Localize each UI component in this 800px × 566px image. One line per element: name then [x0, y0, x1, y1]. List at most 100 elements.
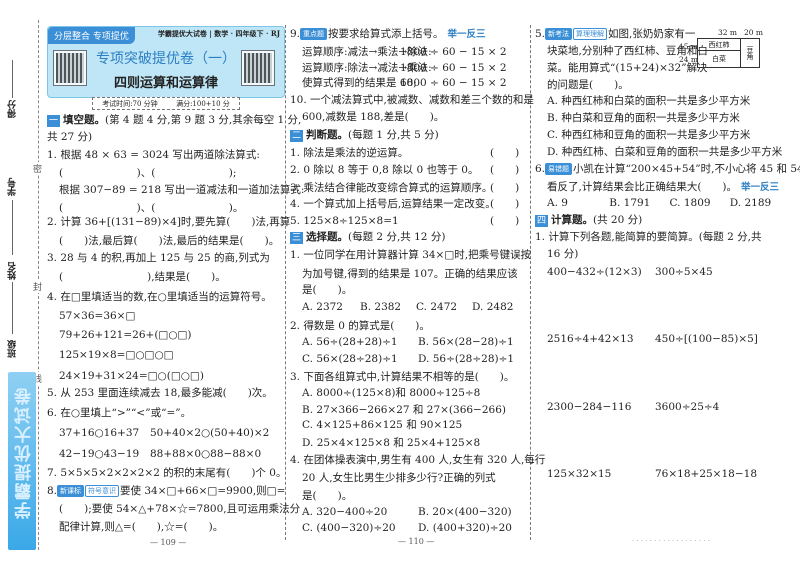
banner-tag: 分层整合 专项提优 [48, 27, 135, 44]
student-id-field[interactable] [12, 200, 13, 255]
question-text: 3. 乘法结合律能改变综合算式的运算顺序。 [290, 182, 493, 194]
section-title: 填空题。 [63, 114, 105, 126]
section-heading: 四计算题。(共 20 分) [535, 213, 642, 227]
bean-plot: 豆角 [740, 38, 760, 68]
question-text: C. 4×125+86×125 和 90×125 [302, 419, 463, 431]
question-text: A. 9 [547, 197, 568, 209]
question-line: 5. 125×8÷125×8=1 [290, 214, 399, 228]
question-line: B. 27×366−266×27 和 27×(366−266) [290, 403, 506, 417]
question-line: 2300−284−116 [535, 400, 631, 414]
answer-option[interactable]: B. 1791 [609, 196, 650, 210]
question-tag-badge: 新课标 [57, 485, 85, 497]
question-line: C. (400−320)÷20 [290, 521, 396, 535]
question-text: A. 种西红柿和白菜的面积一共是多少平方米 [547, 95, 751, 107]
answer-blank[interactable]: ( ) [490, 146, 519, 160]
question-line: 24×19+31×24=□○(□○□) [47, 369, 204, 383]
question-line: 使算式得到的结果是 60; [290, 76, 417, 90]
question-text: (每题 1 分,共 5 分) [348, 129, 439, 141]
question-line: B. 种白菜和豆角的面积一共是多少平方米 [535, 111, 740, 125]
footer-faint-text: · · · · · · · · · · · · · · · · · · [632, 537, 710, 545]
question-tag-badge: 符号意识 [85, 485, 120, 497]
question-text: A. 56÷(28+28)÷1 [302, 336, 398, 348]
question-text: D. 25×4×125×8 和 25×4+125×8 [302, 437, 481, 449]
seal-char: 封 [33, 280, 43, 293]
section-number: 四 [535, 215, 548, 227]
answer-option[interactable]: D. 2189 [730, 196, 771, 210]
answer-option[interactable]: B. 2382 [360, 300, 401, 314]
question-line: 400−432÷(12×3) [535, 265, 642, 279]
question-line: 6. 在○里填上“>”“<”或“=”。 [47, 406, 191, 420]
question-line: A. 8000÷(125×8)和 8000÷125÷8 [290, 386, 480, 400]
question-line: 5. 新考法 算理理解 如图,张奶奶家有一 [535, 27, 695, 41]
answer-blank[interactable]: ( ) [490, 163, 519, 177]
practice-more-link[interactable]: 举一反三 [741, 182, 779, 193]
dim-label: 20 m [744, 28, 764, 37]
question-number: 8. [47, 485, 58, 497]
question-line: C. 4×125+86×125 和 90×125 [290, 418, 462, 432]
section-heading: 一填空题。(第 4 题 4 分,第 9 题 3 分,其余每空 1 分, [47, 113, 301, 127]
question-line: ( ),结果是( )。 [47, 270, 226, 284]
question-text: 10. 一个减法算式中,被减数、减数和差三个数的和是 [290, 94, 534, 106]
title-banner: 分层整合 专项提优 学霸提优大试卷 | 数学 · 四年级下 · RJ 专项突破提… [47, 26, 285, 98]
answer-blank[interactable]: ( ) [490, 197, 519, 211]
question-line: 2. 得数是 0 的算式是( )。 [290, 319, 430, 333]
question-line: 1. 一位同学在用计算器计算 34×□时,把乘号键误按 [290, 248, 531, 262]
expression: 88+88×0○88−88×0 [150, 448, 262, 460]
question-line: 1. 根据 48 × 63 = 3024 写出两道除法算式: [47, 148, 260, 162]
question-number: 6. [535, 163, 546, 175]
question-line: 共 27 分) [47, 130, 92, 144]
question-text: 42−19○43−19 [59, 448, 140, 460]
question-line: A. 种西红柿和白菜的面积一共是多少平方米 [535, 94, 750, 108]
question-line: 根据 307−89 = 218 写出一道减法和一道加法算式: [47, 183, 304, 197]
section-number: 一 [47, 115, 60, 127]
page-title: 专项突破提优卷（一） [96, 51, 236, 67]
section-title: 计算题。 [551, 214, 593, 226]
question-line: 10. 一个减法算式中,被减数、减数和差三个数的和是 [290, 93, 534, 107]
question-line: 8. 新课标 符号意识 要使 34×□+66×□=9900,则□= [47, 484, 285, 498]
answer-blank[interactable]: ( ) [490, 214, 519, 228]
question-tag-badge: 易错题 [545, 163, 573, 175]
question-text: 的问题是( )。 [547, 79, 629, 91]
expression: 1800 ÷ 60 − 15 × 2 [400, 62, 507, 74]
question-line: 是( )。 [290, 283, 352, 297]
question-text: A. 320−400÷20 [302, 506, 388, 518]
question-text: 6. 在○里填上“>”“<”或“=”。 [47, 407, 192, 419]
score-field[interactable] [12, 60, 13, 98]
question-text: ( ),结果是( )。 [59, 271, 226, 283]
page-subtitle: 四则运算和运算律 [113, 76, 218, 91]
dim-label: 15 m [679, 42, 699, 51]
dim-label: 24 m [679, 55, 699, 64]
side-banner: 学霸提优大试卷 [8, 372, 36, 550]
answer-option[interactable]: C. 2472 [416, 300, 457, 314]
section-heading: 三选择题。(每题 2 分,共 12 分) [290, 230, 445, 244]
name-label: 姓名 [8, 262, 18, 280]
question-text: 2516÷4+42×13 [547, 333, 634, 345]
question-line: A. 2372 [290, 300, 343, 314]
question-line: 1. 除法是乘法的逆运算。 [290, 146, 408, 160]
answer-option[interactable]: C. 1809 [670, 196, 711, 210]
name-field[interactable] [12, 282, 13, 334]
question-text: 125×32×15 [547, 468, 612, 480]
question-text: 600,减数是 188,差是( )。 [302, 111, 445, 123]
question-text: 24×19+31×24=□○(□○□) [59, 370, 204, 382]
question-line: C. 种西红柿和豆角的面积一共是多少平方米 [535, 128, 750, 142]
question-text: 1. 除法是乘法的逆运算。 [290, 147, 409, 159]
question-text: C. (400−320)÷20 [302, 522, 396, 534]
answer-option[interactable]: D. 2482 [472, 300, 513, 314]
question-line: ( )、( ); [47, 166, 236, 180]
question-text: 1. 根据 48 × 63 = 3024 写出两道除法算式: [47, 149, 260, 161]
section-number: 三 [290, 232, 303, 244]
expression: 1800 ÷ 60 − 15 × 2 [400, 77, 507, 89]
question-text: D. 种西红柿、白菜和豆角的面积一共是多少平方米 [547, 146, 783, 158]
question-text: 2. 得数是 0 的算式是( )。 [290, 320, 430, 332]
answer-blank[interactable]: ( ) [490, 181, 519, 195]
section-title: 判断题。 [306, 129, 348, 141]
series-label: 学霸提优大试卷 | 数学 · 四年级下 · RJ [157, 29, 280, 38]
practice-more-link[interactable]: 举一反三 [448, 29, 486, 40]
question-line: 16 分) [535, 247, 578, 261]
question-line: D. 种西红柿、白菜和豆角的面积一共是多少平方米 [535, 145, 782, 159]
expression: B. 56×(28−28)÷1 [418, 336, 514, 348]
question-text: A. 8000÷(125×8)和 8000÷125÷8 [302, 387, 481, 399]
question-text: ( )法,最后算( )法,最后的结果是( )。 [59, 235, 280, 247]
question-line: A. 9 [535, 196, 568, 210]
